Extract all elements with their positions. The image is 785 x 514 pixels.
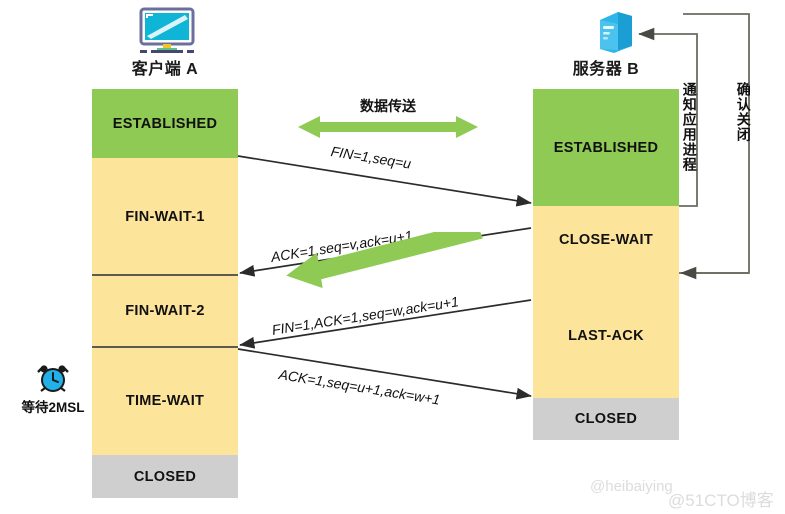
tcp-four-way-handshake-diagram: 客户端 A 服务器 B ESTABLISHED FIN-WAIT-1 FIN-W… <box>0 0 785 514</box>
reverse-flow-arrow-icon <box>286 232 483 288</box>
annotation-notify-app: 通知应用进程 <box>681 82 698 172</box>
data-transfer-double-arrow-icon <box>298 116 478 138</box>
watermark-site: @51CTO博客 <box>668 491 774 510</box>
timer-2msl-label: 等待2MSL <box>21 400 85 415</box>
annotation-confirm-close: 确认关闭 <box>735 82 752 142</box>
data-transfer-caption: 数据传送 <box>360 98 416 114</box>
watermark-author: @heibaiying <box>590 478 673 495</box>
alarm-clock-icon <box>36 362 70 396</box>
